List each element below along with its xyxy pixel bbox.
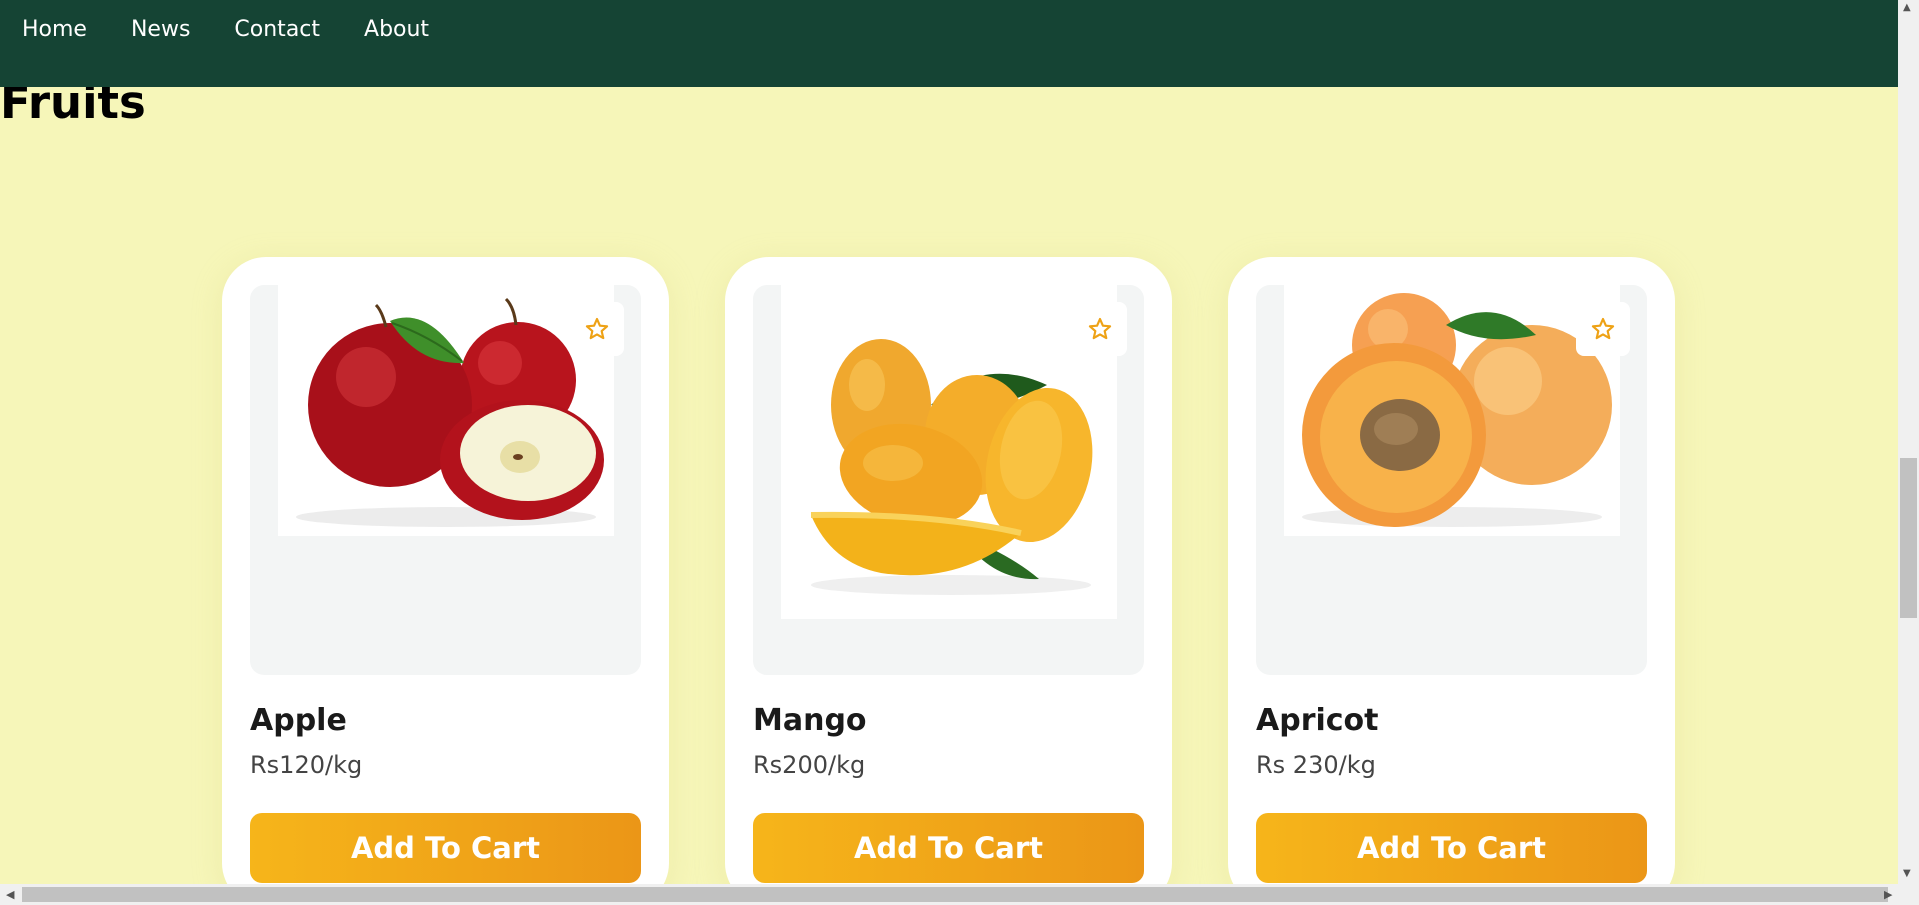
vertical-scrollbar[interactable]: ▲ ▼ — [1898, 0, 1919, 884]
scroll-up-icon[interactable]: ▲ — [1903, 2, 1911, 13]
scroll-left-icon[interactable]: ◀ — [6, 888, 14, 901]
scroll-right-icon[interactable]: ▶ — [1884, 888, 1892, 901]
product-image-area — [250, 285, 641, 675]
vertical-scroll-thumb[interactable] — [1900, 458, 1917, 618]
top-navbar: Home News Contact About — [0, 0, 1898, 87]
product-price: Rs 230/kg — [1256, 751, 1376, 779]
nav-link-contact[interactable]: Contact — [234, 16, 320, 44]
add-to-cart-button[interactable]: Add To Cart — [753, 813, 1144, 883]
product-image-area — [753, 285, 1144, 675]
product-price: Rs120/kg — [250, 751, 363, 779]
mango-photo — [781, 285, 1117, 619]
favorite-button[interactable] — [1073, 302, 1127, 356]
nav-link-home[interactable]: Home — [22, 16, 87, 44]
product-price: Rs200/kg — [753, 751, 866, 779]
page-viewport: Home News Contact About Fruits Apple Rs1… — [0, 0, 1898, 884]
product-name: Apple — [250, 703, 347, 738]
product-card-mango: Mango Rs200/kg Add To Cart — [725, 257, 1172, 884]
scroll-down-icon[interactable]: ▼ — [1903, 868, 1911, 879]
product-name: Mango — [753, 703, 867, 738]
product-name: Apricot — [1256, 703, 1379, 738]
star-outline-icon — [1591, 317, 1615, 340]
favorite-button[interactable] — [1576, 302, 1630, 356]
nav-link-about[interactable]: About — [364, 16, 429, 44]
apple-photo — [278, 285, 614, 536]
horizontal-scroll-thumb[interactable] — [22, 887, 1888, 902]
horizontal-scrollbar[interactable]: ◀ ▶ — [0, 884, 1919, 905]
favorite-button[interactable] — [570, 302, 624, 356]
product-image-area — [1256, 285, 1647, 675]
add-to-cart-button[interactable]: Add To Cart — [250, 813, 641, 883]
star-outline-icon — [1088, 317, 1112, 340]
nav-link-news[interactable]: News — [131, 16, 190, 44]
star-outline-icon — [585, 317, 609, 340]
apricot-photo — [1284, 285, 1620, 536]
add-to-cart-button[interactable]: Add To Cart — [1256, 813, 1647, 883]
product-card-apricot: Apricot Rs 230/kg Add To Cart — [1228, 257, 1675, 884]
product-card-apple: Apple Rs120/kg Add To Cart — [222, 257, 669, 884]
